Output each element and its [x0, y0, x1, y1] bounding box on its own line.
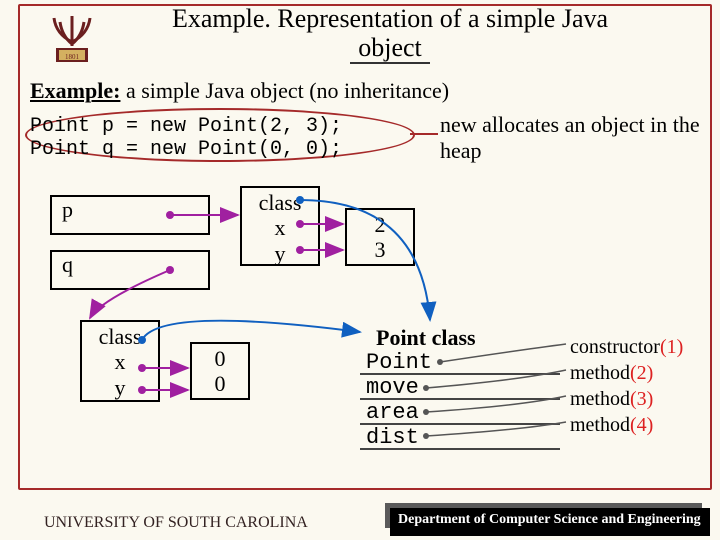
meth-3: method: [570, 388, 630, 410]
value-0b: 0: [215, 371, 226, 396]
object-q-box: class x y: [80, 320, 160, 402]
value-2: 2: [375, 212, 386, 237]
point-class-title: Point class: [376, 325, 476, 351]
method-list: constructor(1) method(2) method(3) metho…: [570, 334, 683, 438]
object-p-box: class x y: [240, 186, 320, 266]
footer-university: UNIVERSITY OF SOUTH CAROLINA: [44, 514, 308, 532]
values-p-box: 2 3: [345, 208, 415, 266]
underline-3: [360, 423, 560, 425]
point-class-members: Point move area dist: [366, 350, 432, 450]
example-label: Example:: [30, 78, 120, 103]
values-q-box: 0 0: [190, 342, 250, 400]
underline-1: [360, 373, 560, 375]
underline-4: [360, 448, 560, 450]
example-text: a simple Java object (no inheritance): [120, 78, 449, 103]
value-0a: 0: [215, 346, 226, 371]
example-line: Example: a simple Java object (no inheri…: [30, 78, 449, 104]
title-line-2: object: [350, 34, 430, 65]
slide-title: Example. Representation of a simple Java…: [80, 5, 700, 64]
obj-y-label: y: [275, 241, 286, 266]
p-label: p: [62, 197, 73, 222]
meth-3-num: (3): [630, 388, 653, 410]
meth-2-num: (2): [630, 362, 653, 384]
q-label: q: [62, 252, 73, 277]
meth-2: method: [570, 362, 630, 384]
obj-x-label-2: x: [115, 349, 126, 374]
obj-class-label-2: class: [99, 324, 142, 349]
annotation-text: new allocates an object in the heap: [440, 112, 700, 164]
meth-1-num: (1): [660, 336, 683, 358]
svg-text:1801: 1801: [65, 53, 80, 61]
meth-4-num: (4): [630, 414, 653, 436]
meth-4: method: [570, 414, 630, 436]
code-snippet: Point p = new Point(2, 3); Point q = new…: [30, 115, 342, 161]
obj-x-label: x: [275, 215, 286, 240]
value-3: 3: [375, 237, 386, 262]
underline-2: [360, 398, 560, 400]
obj-y-label-2: y: [115, 375, 126, 400]
obj-class-label: class: [259, 190, 302, 215]
variable-q-box: q: [50, 250, 210, 290]
footer-department: Department of Computer Science and Engin…: [390, 508, 710, 536]
variable-p-box: p: [50, 195, 210, 235]
meth-1: constructor: [570, 336, 660, 358]
title-line-1: Example. Representation of a simple Java: [172, 4, 608, 33]
